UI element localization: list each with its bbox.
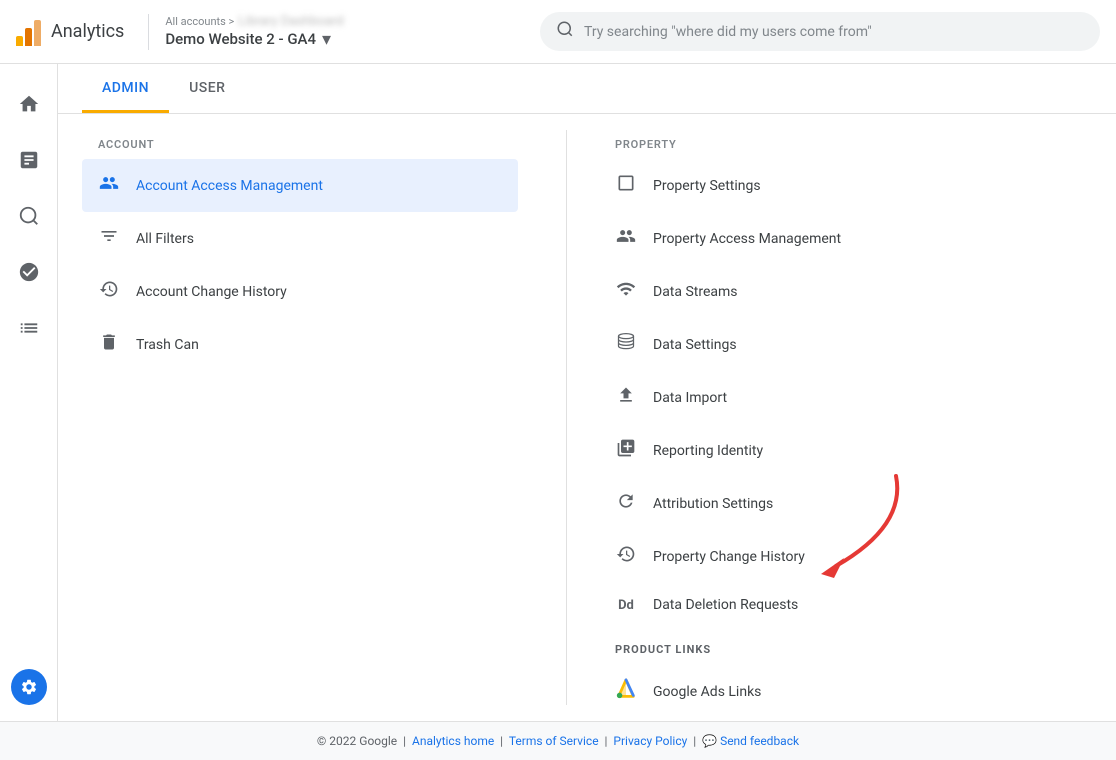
- menu-label-account-change-history: Account Change History: [136, 284, 502, 300]
- settings-gear-icon[interactable]: [11, 669, 47, 705]
- menu-item-account-access[interactable]: Account Access Management: [82, 159, 518, 212]
- menu-label-property-access-management: Property Access Management: [653, 231, 1076, 247]
- trash-can-icon: [98, 332, 120, 357]
- reporting-identity-icon: [615, 438, 637, 463]
- menu-item-property-change-history[interactable]: Property Change History: [599, 530, 1092, 583]
- nav-settings-bottom[interactable]: [11, 669, 47, 705]
- nav-configure[interactable]: [5, 304, 53, 352]
- menu-item-account-change-history[interactable]: Account Change History: [82, 265, 518, 318]
- sidebar-nav: [0, 64, 58, 721]
- footer-copyright: © 2022 Google: [317, 734, 397, 748]
- search-bar[interactable]: Try searching "where did my users come f…: [540, 12, 1100, 51]
- attribution-settings-icon: [615, 491, 637, 516]
- menu-item-data-deletion-requests[interactable]: Dd Data Deletion Requests: [599, 583, 1092, 627]
- data-settings-icon: [615, 332, 637, 357]
- tab-user[interactable]: USER: [169, 64, 245, 113]
- nav-home[interactable]: [5, 80, 53, 128]
- menu-label-all-filters: All Filters: [136, 231, 502, 247]
- blurred-account: Library Dashboard: [238, 14, 343, 29]
- main-layout: ADMIN USER ACCOUNT Account Access Manage…: [0, 64, 1116, 721]
- account-section-title: ACCOUNT: [82, 130, 518, 159]
- menu-item-reporting-identity[interactable]: Reporting Identity: [599, 424, 1092, 477]
- admin-content: ADMIN USER ACCOUNT Account Access Manage…: [58, 64, 1116, 721]
- column-divider: [566, 130, 567, 705]
- menu-item-google-ads-links[interactable]: Google Ads Links: [599, 664, 1092, 719]
- footer-privacy[interactable]: Privacy Policy: [613, 734, 687, 748]
- menu-label-data-deletion-requests: Data Deletion Requests: [653, 597, 1076, 613]
- menu-label-data-streams: Data Streams: [653, 284, 1076, 300]
- menu-label-data-settings: Data Settings: [653, 337, 1076, 353]
- menu-item-data-settings[interactable]: Data Settings: [599, 318, 1092, 371]
- admin-columns: ACCOUNT Account Access Management All Fi…: [58, 114, 1116, 721]
- analytics-logo-icon: [16, 18, 41, 46]
- nav-reports[interactable]: [5, 136, 53, 184]
- data-streams-icon: [615, 279, 637, 304]
- menu-label-attribution-settings: Attribution Settings: [653, 496, 1076, 512]
- menu-item-property-settings[interactable]: Property Settings: [599, 159, 1092, 212]
- menu-item-all-filters[interactable]: All Filters: [82, 212, 518, 265]
- footer-terms[interactable]: Terms of Service: [509, 734, 599, 748]
- tabs-bar: ADMIN USER: [58, 64, 1116, 114]
- footer-feedback-icon: 💬: [702, 734, 717, 748]
- menu-item-data-streams[interactable]: Data Streams: [599, 265, 1092, 318]
- nav-advertising[interactable]: [5, 248, 53, 296]
- menu-label-account-access: Account Access Management: [136, 178, 502, 194]
- product-links-section-title: PRODUCT LINKS: [599, 627, 1092, 664]
- menu-label-google-ads-links: Google Ads Links: [653, 684, 1076, 700]
- search-icon: [556, 20, 574, 43]
- data-import-icon: [615, 385, 637, 410]
- logo-area: Analytics: [16, 18, 124, 46]
- property-access-icon: [615, 226, 637, 251]
- menu-label-property-settings: Property Settings: [653, 178, 1076, 194]
- all-filters-icon: [98, 226, 120, 251]
- current-property-name: Demo Website 2 - GA4: [165, 30, 316, 48]
- property-dropdown-arrow: ▾: [322, 29, 331, 50]
- right-column: PROPERTY Property Settings Property Acce…: [591, 130, 1092, 705]
- data-deletion-requests-icon: Dd: [615, 598, 637, 613]
- google-ads-icon: [615, 678, 637, 705]
- nav-explore[interactable]: [5, 192, 53, 240]
- menu-label-trash-can: Trash Can: [136, 337, 502, 353]
- account-change-history-icon: [98, 279, 120, 304]
- menu-label-data-import: Data Import: [653, 390, 1076, 406]
- account-access-icon: [98, 173, 120, 198]
- footer-analytics-home[interactable]: Analytics home: [412, 734, 494, 748]
- footer-send-feedback[interactable]: Send feedback: [720, 734, 799, 748]
- property-selector[interactable]: Demo Website 2 - GA4 ▾: [165, 29, 343, 50]
- left-column: ACCOUNT Account Access Management All Fi…: [82, 130, 542, 705]
- property-settings-icon: [615, 173, 637, 198]
- property-change-history-icon: [615, 544, 637, 569]
- tab-admin[interactable]: ADMIN: [82, 64, 169, 113]
- app-title: Analytics: [51, 21, 124, 42]
- menu-item-property-access-management[interactable]: Property Access Management: [599, 212, 1092, 265]
- footer: © 2022 Google | Analytics home | Terms o…: [0, 721, 1116, 760]
- menu-label-reporting-identity: Reporting Identity: [653, 443, 1076, 459]
- search-placeholder-text: Try searching "where did my users come f…: [584, 24, 872, 40]
- menu-item-trash-can[interactable]: Trash Can: [82, 318, 518, 371]
- property-section-title: PROPERTY: [599, 130, 1092, 159]
- app-header: Analytics All accounts > Library Dashboa…: [0, 0, 1116, 64]
- account-breadcrumb: All accounts > Library Dashboard: [165, 14, 343, 29]
- menu-item-data-import[interactable]: Data Import: [599, 371, 1092, 424]
- account-nav: All accounts > Library Dashboard Demo We…: [148, 14, 343, 50]
- menu-label-property-change-history: Property Change History: [653, 549, 1076, 565]
- menu-item-attribution-settings[interactable]: Attribution Settings: [599, 477, 1092, 530]
